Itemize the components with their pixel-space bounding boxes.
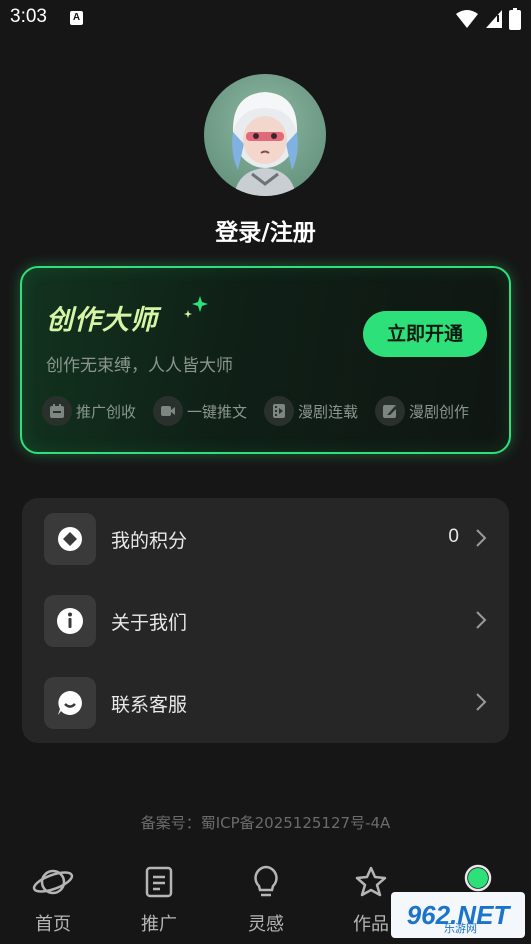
vip-title: 创作大师: [46, 305, 158, 336]
avatar-character-icon: [232, 92, 298, 196]
nav-label: 推广: [141, 914, 177, 935]
nav-label: 灵感: [248, 914, 284, 935]
feature-label: 漫剧连载: [298, 402, 359, 421]
watermark-subtext: 乐游网: [444, 922, 477, 935]
nav-label: 首页: [35, 914, 71, 935]
tab-promote[interactable]: 推广: [114, 862, 204, 936]
vip-membership-card[interactable]: 创作大师 创作无束缚，人人皆大师 立即开通 推广创收 一键推文 漫剧连载 漫剧创…: [20, 266, 511, 454]
document-icon: [114, 862, 204, 902]
avatar[interactable]: [204, 74, 326, 196]
tab-inspiration[interactable]: 灵感: [221, 862, 311, 936]
video-icon: [153, 396, 184, 426]
feature-label: 一键推文: [187, 402, 248, 421]
icp-filing-text: 备案号：蜀ICP备2025125127号-4A: [140, 814, 391, 832]
battery-icon: [509, 8, 521, 30]
chat-icon: [44, 677, 96, 729]
info-icon: [44, 595, 96, 647]
tab-home[interactable]: 首页: [8, 862, 98, 936]
chevron-right-icon: [476, 529, 487, 547]
sparkle-icon: [184, 296, 208, 318]
wifi-icon: [456, 10, 478, 28]
calendar-icon: [42, 396, 72, 426]
feature-item: 漫剧创作: [375, 396, 469, 426]
edit-icon: [375, 396, 406, 426]
status-icons: [455, 8, 521, 30]
login-register-link[interactable]: 登录/注册: [0, 213, 531, 247]
feature-item: 漫剧连载: [264, 396, 358, 426]
feature-label: 漫剧创作: [409, 402, 470, 421]
activate-now-button[interactable]: 立即开通: [363, 311, 487, 357]
chevron-right-icon: [476, 693, 487, 711]
feature-label: 推广创收: [76, 402, 137, 421]
feature-item: 推广创收: [42, 396, 136, 426]
menu-item-label: 我的积分: [111, 530, 188, 552]
status-bar: 3:03 A: [0, 0, 531, 36]
menu-item-points[interactable]: 我的积分 0: [22, 498, 509, 580]
lightbulb-icon: [221, 862, 311, 902]
status-time: 3:03: [10, 6, 47, 27]
menu-item-about[interactable]: 关于我们: [22, 580, 509, 662]
notification-icon: A: [70, 11, 83, 25]
points-value: 0: [448, 526, 459, 547]
chevron-right-icon: [476, 611, 487, 629]
signal-icon: [486, 10, 502, 28]
vip-features: 推广创收 一键推文 漫剧连载 漫剧创作: [42, 396, 469, 426]
menu-item-customer-service[interactable]: 联系客服: [22, 662, 509, 744]
settings-menu: 我的积分 0 关于我们 联系客服: [22, 498, 509, 743]
feature-item: 一键推文: [153, 396, 247, 426]
planet-icon: [8, 862, 98, 902]
menu-item-label: 联系客服: [111, 694, 188, 716]
menu-item-label: 关于我们: [111, 612, 188, 634]
points-icon: [44, 513, 96, 565]
film-icon: [264, 396, 295, 426]
vip-subtitle: 创作无束缚，人人皆大师: [46, 356, 233, 376]
